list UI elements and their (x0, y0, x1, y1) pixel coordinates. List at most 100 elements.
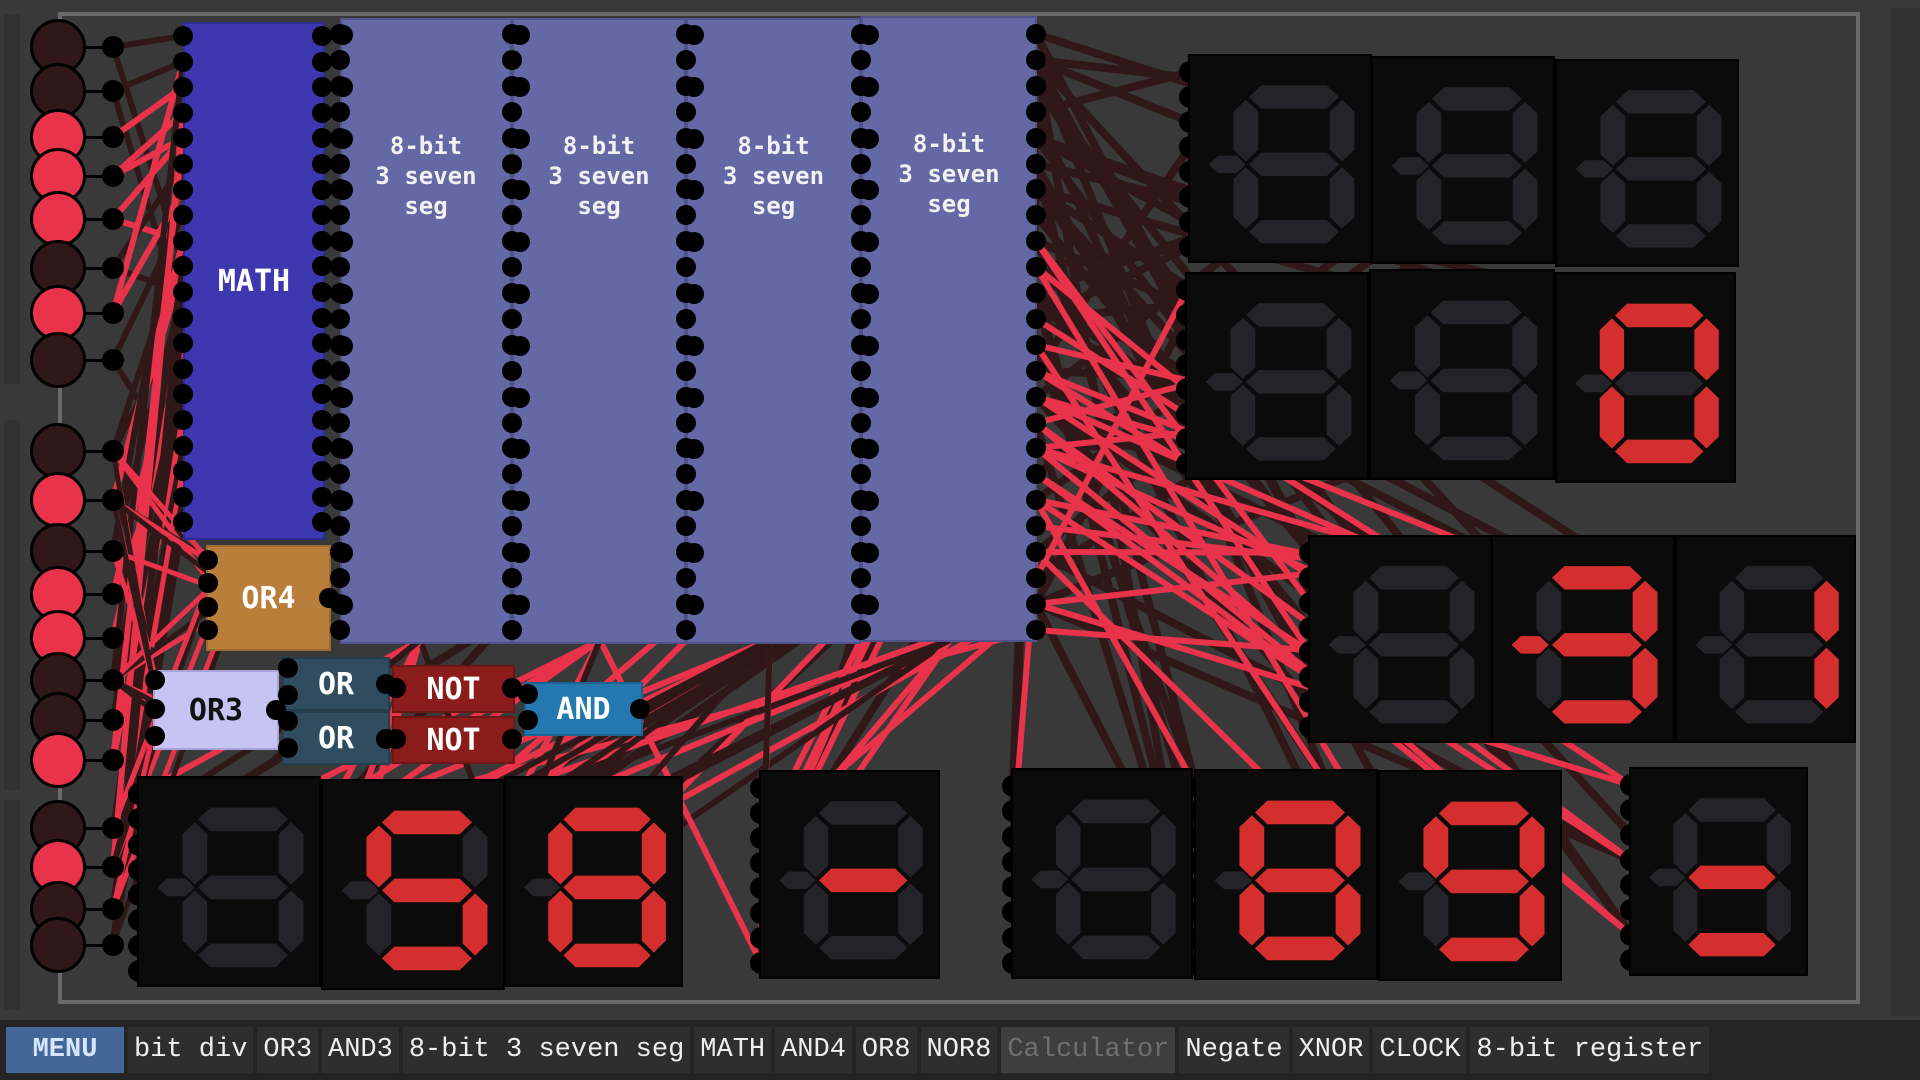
switch-output-pin[interactable] (102, 669, 124, 691)
seg-chip-pin[interactable] (851, 154, 871, 174)
or-input-pin[interactable] (278, 658, 298, 678)
seg-chip-input-pin[interactable] (510, 25, 530, 45)
math-input-pin[interactable] (173, 231, 193, 251)
seg-chip-pin[interactable] (330, 361, 350, 381)
math-output-pin[interactable] (312, 128, 332, 148)
math-chip[interactable]: MATH (183, 22, 325, 540)
seg-chip-input-pin[interactable] (333, 129, 353, 149)
seg-chip-pin[interactable] (1026, 154, 1046, 174)
seven-segment-display[interactable] (1369, 269, 1555, 480)
seg-chip-input-pin[interactable] (333, 284, 353, 304)
or4-gate[interactable]: OR4 (206, 545, 331, 651)
seg-chip-pin[interactable] (851, 102, 871, 122)
seg-chip-pin[interactable] (1026, 179, 1046, 199)
switch-output-pin[interactable] (102, 934, 124, 956)
seg-chip-pin[interactable] (502, 413, 522, 433)
seg-chip-pin[interactable] (1026, 568, 1046, 588)
seg-chip-input-pin[interactable] (510, 336, 530, 356)
seg-chip-input-pin[interactable] (684, 284, 704, 304)
math-output-pin[interactable] (312, 103, 332, 123)
seg-chip-input-pin[interactable] (684, 543, 704, 563)
seven-segment-display[interactable] (137, 776, 321, 987)
seg-chip-input-pin[interactable] (333, 543, 353, 563)
circuit-canvas[interactable]: MATH 8-bit 3 seven seg 8-bit 3 seven seg… (0, 0, 1920, 1020)
seven-segment-display[interactable] (1185, 272, 1369, 480)
seg-chip-pin[interactable] (502, 102, 522, 122)
and-input-pin[interactable] (518, 684, 538, 704)
math-output-pin[interactable] (312, 308, 332, 328)
seg-chip-pin[interactable] (851, 50, 871, 70)
seg-chip-pin[interactable] (502, 205, 522, 225)
seg-chip-input-pin[interactable] (859, 336, 879, 356)
seven-segment-display[interactable] (759, 770, 940, 979)
input-switch-8[interactable] (30, 332, 86, 388)
seg-chip-input-pin[interactable] (333, 388, 353, 408)
math-input-pin[interactable] (173, 154, 193, 174)
switch-output-pin[interactable] (102, 817, 124, 839)
seg-chip-input-pin[interactable] (684, 336, 704, 356)
and-input-pin[interactable] (518, 710, 538, 730)
math-input-pin[interactable] (173, 256, 193, 276)
math-input-pin[interactable] (173, 333, 193, 353)
seg-chip-input-pin[interactable] (684, 388, 704, 408)
seg-chip-pin[interactable] (1026, 24, 1046, 44)
toolbar-item-8-bit-register[interactable]: 8-bit register (1470, 1027, 1710, 1073)
seg-chip-pin[interactable] (1026, 76, 1046, 96)
toolbar-item-or8[interactable]: OR8 (855, 1027, 917, 1073)
seg-chip-pin[interactable] (330, 413, 350, 433)
not-gate-top[interactable]: NOT (392, 665, 515, 713)
seg-chip-input-pin[interactable] (333, 491, 353, 511)
seg-chip-pin[interactable] (502, 154, 522, 174)
math-input-pin[interactable] (173, 52, 193, 72)
seg-chip-input-pin[interactable] (510, 491, 530, 511)
math-output-pin[interactable] (312, 26, 332, 46)
seg-chip-input-pin[interactable] (859, 543, 879, 563)
seg-chip-pin[interactable] (1026, 128, 1046, 148)
math-output-pin[interactable] (312, 256, 332, 276)
seg-chip-pin[interactable] (502, 516, 522, 536)
switch-output-pin[interactable] (102, 257, 124, 279)
seg-chip-pin[interactable] (851, 413, 871, 433)
or4-output-pin[interactable] (319, 588, 339, 608)
seg-chip-pin[interactable] (502, 50, 522, 70)
math-input-pin[interactable] (173, 410, 193, 430)
switch-output-pin[interactable] (102, 749, 124, 771)
seg-chip-input-pin[interactable] (510, 543, 530, 563)
seg-chip-pin[interactable] (1026, 413, 1046, 433)
math-output-pin[interactable] (312, 333, 332, 353)
seg-chip-input-pin[interactable] (510, 129, 530, 149)
math-input-pin[interactable] (173, 205, 193, 225)
seg-chip-pin[interactable] (851, 568, 871, 588)
input-switch-16[interactable] (30, 732, 86, 788)
seg-chip-pin[interactable] (676, 516, 696, 536)
math-output-pin[interactable] (312, 487, 332, 507)
seg-chip-input-pin[interactable] (510, 284, 530, 304)
seg-chip-input-pin[interactable] (333, 180, 353, 200)
seg-chip-input-pin[interactable] (510, 388, 530, 408)
or4-input-pin[interactable] (198, 620, 218, 640)
seg-chip-pin[interactable] (1026, 516, 1046, 536)
seg-chip-input-pin[interactable] (859, 595, 879, 615)
seg-chip-input-pin[interactable] (859, 232, 879, 252)
math-input-pin[interactable] (173, 487, 193, 507)
seg-chip-pin[interactable] (851, 257, 871, 277)
or3-input-pin[interactable] (145, 699, 165, 719)
switch-output-pin[interactable] (102, 898, 124, 920)
math-output-pin[interactable] (312, 205, 332, 225)
seven-segment-display[interactable] (1011, 768, 1193, 979)
or-input-pin[interactable] (278, 738, 298, 758)
seg-chip-input-pin[interactable] (333, 336, 353, 356)
seven-segment-display[interactable] (1378, 770, 1562, 981)
seg-chip-pin[interactable] (330, 309, 350, 329)
seg-chip-input-pin[interactable] (859, 439, 879, 459)
math-output-pin[interactable] (312, 410, 332, 430)
toolbar-item-or3[interactable]: OR3 (257, 1027, 319, 1073)
or3-input-pin[interactable] (145, 726, 165, 746)
seg-chip-pin[interactable] (330, 464, 350, 484)
seg-chip-pin[interactable] (676, 309, 696, 329)
seg-chip-pin[interactable] (1026, 205, 1046, 225)
seg-chip-input-pin[interactable] (859, 388, 879, 408)
math-output-pin[interactable] (312, 180, 332, 200)
math-output-pin[interactable] (312, 359, 332, 379)
switch-output-pin[interactable] (102, 126, 124, 148)
